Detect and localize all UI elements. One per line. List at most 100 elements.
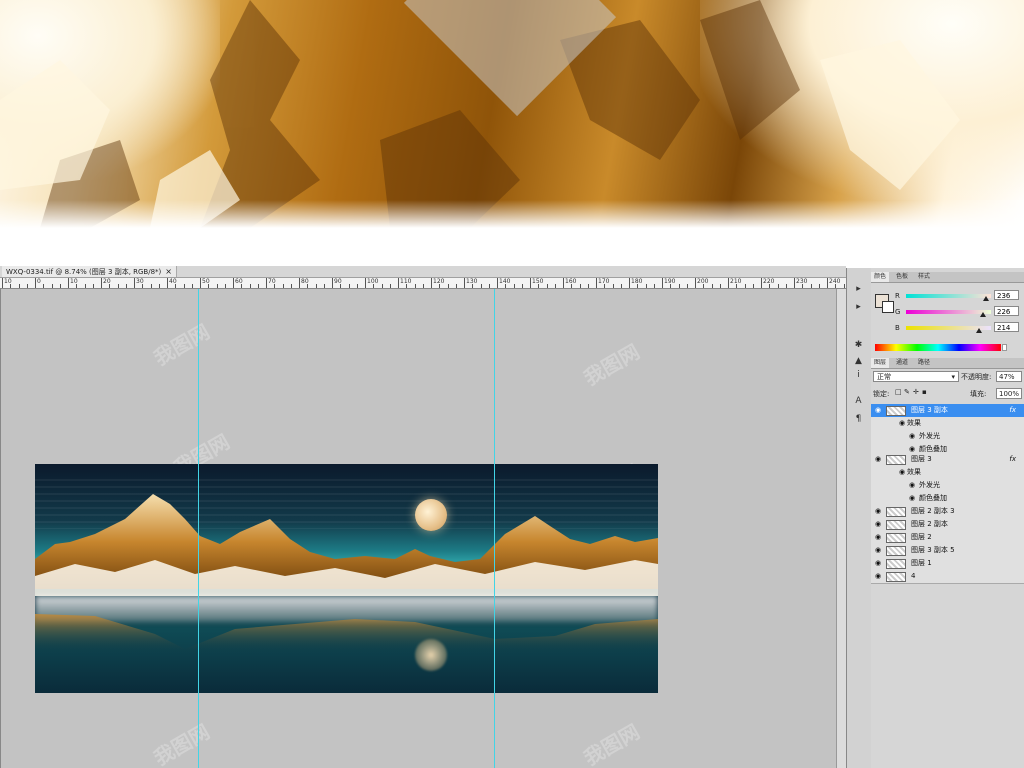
layer-row[interactable]: ◉ 图层 2 bbox=[871, 531, 1024, 545]
visibility-eye-icon[interactable]: ◉ bbox=[873, 505, 883, 518]
ruler-minor-tick bbox=[150, 284, 152, 288]
ruler-tick bbox=[431, 278, 432, 288]
red-slider[interactable] bbox=[906, 294, 991, 298]
layer-row[interactable]: ◉ 图层 3 fx bbox=[871, 453, 1024, 467]
color-tool-icon[interactable]: ▸ bbox=[851, 282, 866, 296]
tab-color[interactable]: 颜色 bbox=[871, 272, 890, 282]
visibility-eye-icon[interactable]: ◉ bbox=[897, 466, 907, 479]
watermark: 我图网 bbox=[149, 719, 214, 768]
layer-row[interactable]: ◉ 图层 2 副本 3 bbox=[871, 505, 1024, 519]
ruler-minor-tick bbox=[843, 284, 845, 288]
ruler-minor-tick bbox=[579, 284, 581, 288]
ruler-minor-tick bbox=[472, 284, 474, 288]
brush-tool-icon[interactable]: ✱ bbox=[851, 338, 866, 352]
ruler-minor-tick bbox=[645, 284, 647, 288]
layer-row[interactable]: ◉ 4 bbox=[871, 570, 1024, 584]
layer-row[interactable]: ◉ 图层 3 副本 5 bbox=[871, 544, 1024, 558]
lock-all-icon[interactable]: ▪ bbox=[922, 388, 927, 396]
visibility-eye-icon[interactable]: ◉ bbox=[873, 518, 883, 531]
ruler-tick bbox=[68, 278, 69, 288]
red-slider-knob[interactable] bbox=[983, 296, 989, 301]
ruler-minor-tick bbox=[282, 284, 284, 288]
layer-effects-icon[interactable]: fx bbox=[1009, 404, 1016, 417]
canvas-area[interactable]: 我图网 我图网 我图网 我图网 我图网 我图网 我图网 bbox=[1, 289, 836, 768]
tab-layers[interactable]: 图层 bbox=[871, 358, 890, 368]
visibility-eye-icon[interactable]: ◉ bbox=[873, 557, 883, 570]
document-tab[interactable]: WXQ-0334.tif @ 8.74% (图层 3 副本, RGB/8*) × bbox=[2, 266, 177, 277]
ruler-minor-tick bbox=[315, 284, 317, 288]
navigator-tool-icon[interactable]: ▲ bbox=[851, 354, 866, 368]
ruler-tick bbox=[662, 278, 663, 288]
ruler-minor-tick bbox=[43, 284, 45, 288]
info-tool-icon[interactable]: i bbox=[851, 368, 866, 382]
white-swatch[interactable] bbox=[1002, 344, 1007, 351]
green-slider[interactable] bbox=[906, 310, 991, 314]
ruler-minor-tick bbox=[307, 284, 309, 288]
layer-thumbnail bbox=[886, 546, 906, 556]
background-color-swatch[interactable] bbox=[882, 301, 894, 313]
swatch-tool-icon[interactable]: ▸ bbox=[851, 300, 866, 314]
visibility-eye-icon[interactable]: ◉ bbox=[897, 417, 907, 430]
guide-line[interactable] bbox=[198, 289, 199, 768]
ruler-minor-tick bbox=[620, 284, 622, 288]
blend-mode-select[interactable]: 正常 ▾ bbox=[873, 371, 959, 382]
layer-effects-icon[interactable]: fx bbox=[1009, 453, 1016, 466]
ruler-minor-tick bbox=[249, 284, 251, 288]
tab-swatches[interactable]: 色板 bbox=[893, 272, 911, 282]
lock-position-icon[interactable]: ✛ bbox=[913, 388, 919, 396]
lock-transparent-icon[interactable]: □ bbox=[895, 388, 902, 396]
close-icon[interactable]: × bbox=[165, 267, 172, 276]
layer-row[interactable]: ◉ 图层 1 bbox=[871, 557, 1024, 571]
guide-line[interactable] bbox=[494, 289, 495, 768]
ruler-minor-tick bbox=[26, 284, 28, 288]
color-spectrum[interactable] bbox=[875, 344, 1001, 351]
layer-row[interactable]: ◉ 外发光 bbox=[871, 430, 1024, 444]
paragraph-tool-icon[interactable]: ¶ bbox=[851, 412, 866, 426]
chevron-down-icon: ▾ bbox=[951, 373, 955, 381]
layer-row[interactable]: ◉ 效果 bbox=[871, 417, 1024, 431]
layer-row[interactable]: ◉ 外发光 bbox=[871, 479, 1024, 493]
visibility-eye-icon[interactable]: ◉ bbox=[907, 479, 917, 492]
ruler-tick bbox=[299, 278, 300, 288]
tab-styles[interactable]: 样式 bbox=[915, 272, 933, 282]
visibility-eye-icon[interactable]: ◉ bbox=[873, 453, 883, 466]
visibility-eye-icon[interactable]: ◉ bbox=[873, 544, 883, 557]
tab-paths[interactable]: 路径 bbox=[915, 358, 933, 368]
ruler-minor-tick bbox=[637, 284, 639, 288]
layer-row[interactable]: ◉ 颜色叠加 bbox=[871, 492, 1024, 506]
layer-row[interactable]: ◉ 图层 3 副本 fx bbox=[871, 404, 1024, 418]
document-title: WXQ-0334.tif @ 8.74% (图层 3 副本, RGB/8*) bbox=[6, 268, 162, 276]
visibility-eye-icon[interactable]: ◉ bbox=[873, 531, 883, 544]
ruler-minor-tick bbox=[414, 284, 416, 288]
ruler-minor-tick bbox=[835, 284, 837, 288]
artwork-image[interactable] bbox=[35, 464, 658, 693]
green-slider-knob[interactable] bbox=[980, 312, 986, 317]
red-value[interactable]: 236 bbox=[994, 290, 1019, 300]
ruler-minor-tick bbox=[389, 284, 391, 288]
ruler-minor-tick bbox=[686, 284, 688, 288]
ruler-minor-tick bbox=[521, 284, 523, 288]
lock-pixels-icon[interactable]: ✎ bbox=[904, 388, 910, 396]
ruler-minor-tick bbox=[604, 284, 606, 288]
opacity-field[interactable]: 47% bbox=[996, 371, 1022, 382]
watermark: 我图网 bbox=[579, 339, 644, 391]
document-tab-bar: WXQ-0334.tif @ 8.74% (图层 3 副本, RGB/8*) × bbox=[0, 266, 846, 278]
tab-channels[interactable]: 通道 bbox=[893, 358, 911, 368]
blue-slider-knob[interactable] bbox=[976, 328, 982, 333]
visibility-eye-icon[interactable]: ◉ bbox=[907, 430, 917, 443]
visibility-eye-icon[interactable]: ◉ bbox=[907, 492, 917, 505]
green-value[interactable]: 226 bbox=[994, 306, 1019, 316]
ruler-tick bbox=[365, 278, 366, 288]
fill-field[interactable]: 100% bbox=[996, 388, 1022, 399]
ruler-tick bbox=[794, 278, 795, 288]
ruler-minor-tick bbox=[76, 284, 78, 288]
moon-reflection bbox=[415, 639, 447, 671]
layer-row[interactable]: ◉ 效果 bbox=[871, 466, 1024, 480]
character-tool-icon[interactable]: A bbox=[851, 394, 866, 408]
layer-row[interactable]: ◉ 图层 2 副本 bbox=[871, 518, 1024, 532]
ruler-minor-tick bbox=[208, 284, 210, 288]
blue-value[interactable]: 214 bbox=[994, 322, 1019, 332]
visibility-eye-icon[interactable]: ◉ bbox=[873, 404, 883, 417]
visibility-eye-icon[interactable]: ◉ bbox=[873, 570, 883, 583]
ruler-minor-tick bbox=[810, 284, 812, 288]
